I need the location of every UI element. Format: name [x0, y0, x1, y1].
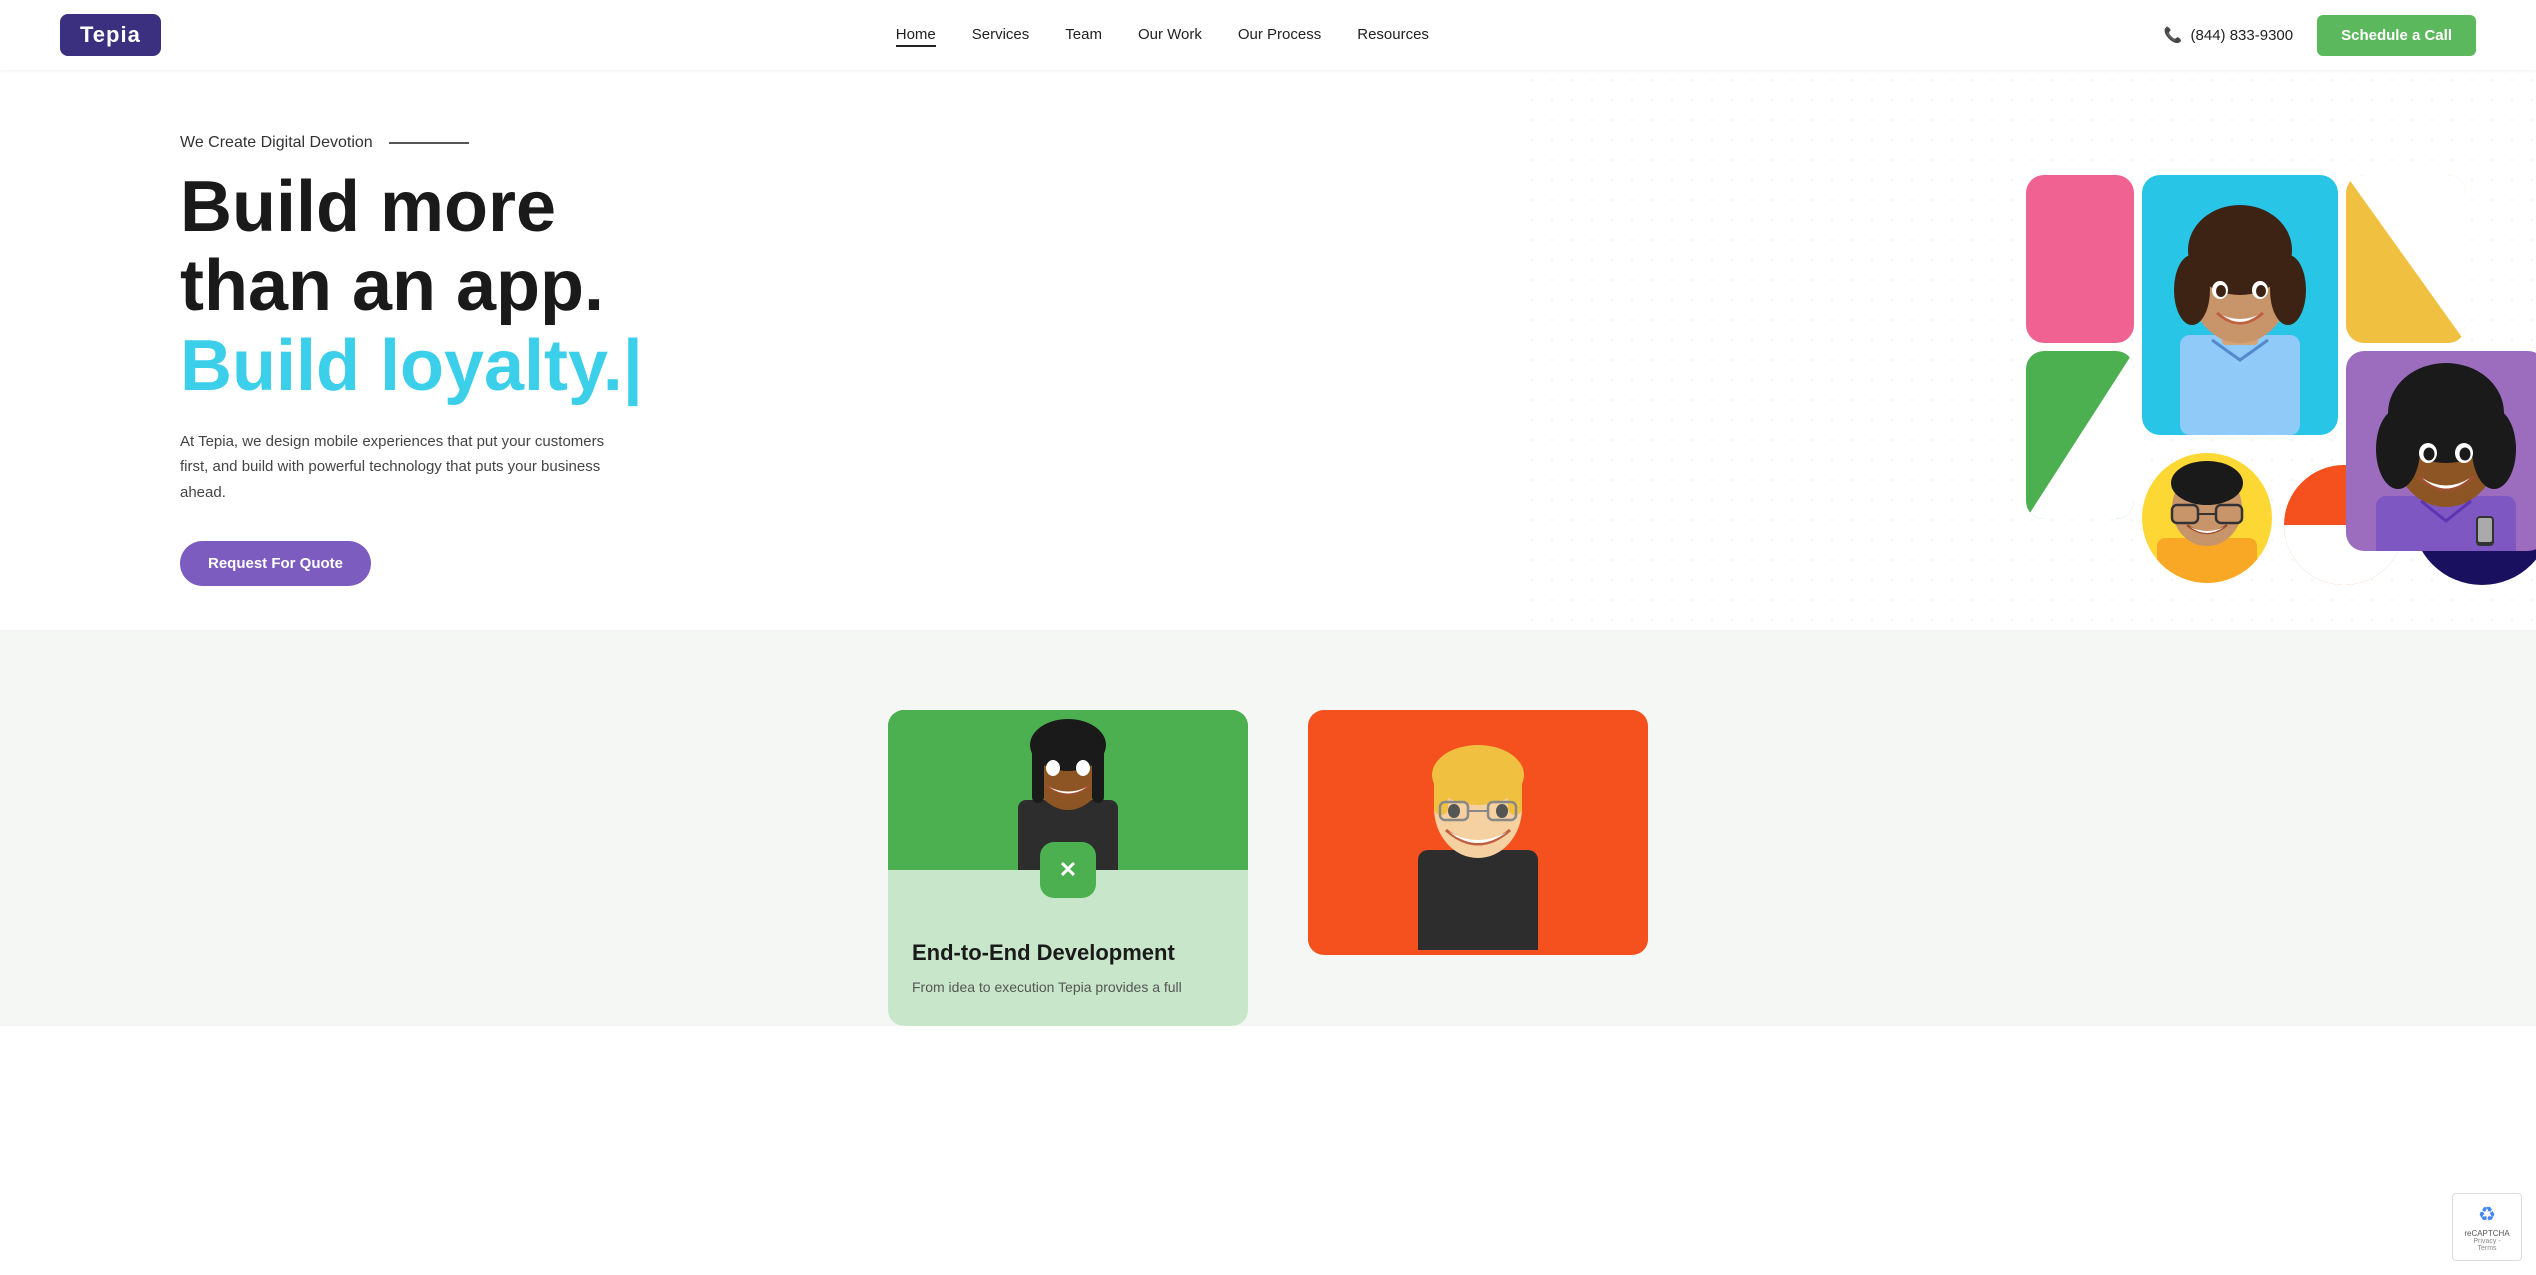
green-card-content: ✕ End-to-End Development From idea to ex… [888, 870, 1248, 1026]
collage-cyan-photo [2142, 175, 2338, 435]
nav-link-team[interactable]: Team [1065, 26, 1102, 43]
collage-green-block [2026, 351, 2134, 519]
nav-item-services[interactable]: Services [972, 26, 1030, 44]
green-card-title: End-to-End Development [912, 940, 1224, 966]
orange-card [1308, 710, 1648, 955]
collage-grid [2026, 175, 2476, 545]
collage-purple-photo [2346, 351, 2536, 551]
nav-link-resources[interactable]: Resources [1357, 26, 1429, 43]
nav-item-ourwork[interactable]: Our Work [1138, 26, 1202, 44]
green-triangle-cut [2026, 351, 2134, 519]
woman2-photo-svg [2346, 351, 2536, 551]
nav-links: Home Services Team Our Work Our Process … [896, 26, 1429, 44]
nav-link-ourwork[interactable]: Our Work [1138, 26, 1202, 43]
nav-item-team[interactable]: Team [1065, 26, 1102, 44]
green-card-container: ✕ End-to-End Development From idea to ex… [888, 710, 1248, 1026]
woman-photo-svg [2142, 175, 2338, 435]
nav-item-resources[interactable]: Resources [1357, 26, 1429, 44]
collage-pink-block [2026, 175, 2134, 343]
hero-collage [2026, 175, 2476, 545]
recaptcha-badge: ♻ reCAPTCHA Privacy - Terms [2452, 1193, 2522, 1261]
phone-icon: 📞 [2164, 26, 2183, 44]
collage-yellow-block [2346, 175, 2466, 343]
hero-title-line1: Build more [180, 170, 643, 246]
hero-text: We Create Digital Devotion Build more th… [180, 134, 643, 586]
request-quote-button[interactable]: Request For Quote [180, 541, 371, 586]
nav-item-home[interactable]: Home [896, 26, 936, 44]
orange-card-person-svg [1308, 710, 1648, 950]
schedule-call-button[interactable]: Schedule a Call [2317, 15, 2476, 56]
hero-section: We Create Digital Devotion Build more th… [0, 70, 2536, 630]
bottom-section: ✕ End-to-End Development From idea to ex… [0, 630, 2536, 1026]
nav-link-services[interactable]: Services [972, 26, 1030, 43]
hero-description: At Tepia, we design mobile experiences t… [180, 429, 620, 506]
phone-number: (844) 833-9300 [2191, 27, 2294, 44]
nav-link-ourprocess[interactable]: Our Process [1238, 26, 1321, 43]
man-circle-svg [2142, 453, 2272, 583]
hero-title-line3: Build loyalty.| [180, 329, 643, 405]
yellow-triangle-cut [2346, 175, 2466, 343]
green-card-icon: ✕ [1040, 842, 1096, 898]
green-card-desc: From idea to execution Tepia provides a … [912, 976, 1224, 998]
logo[interactable]: Tepia [60, 14, 161, 56]
nav-link-home[interactable]: Home [896, 26, 936, 47]
recaptcha-label: reCAPTCHA [2464, 1229, 2509, 1238]
collage-person-circle [2142, 453, 2272, 583]
navbar: Tepia Home Services Team Our Work Our Pr… [0, 0, 2536, 70]
nav-item-ourprocess[interactable]: Our Process [1238, 26, 1321, 44]
hero-tagline: We Create Digital Devotion [180, 134, 643, 152]
recaptcha-icon: ♻ [2478, 1202, 2496, 1227]
nav-right: 📞 (844) 833-9300 Schedule a Call [2164, 15, 2476, 56]
recaptcha-subtext: Privacy - Terms [2463, 1238, 2511, 1252]
phone-display[interactable]: 📞 (844) 833-9300 [2164, 26, 2293, 44]
hero-title-line2: than an app. [180, 249, 643, 325]
